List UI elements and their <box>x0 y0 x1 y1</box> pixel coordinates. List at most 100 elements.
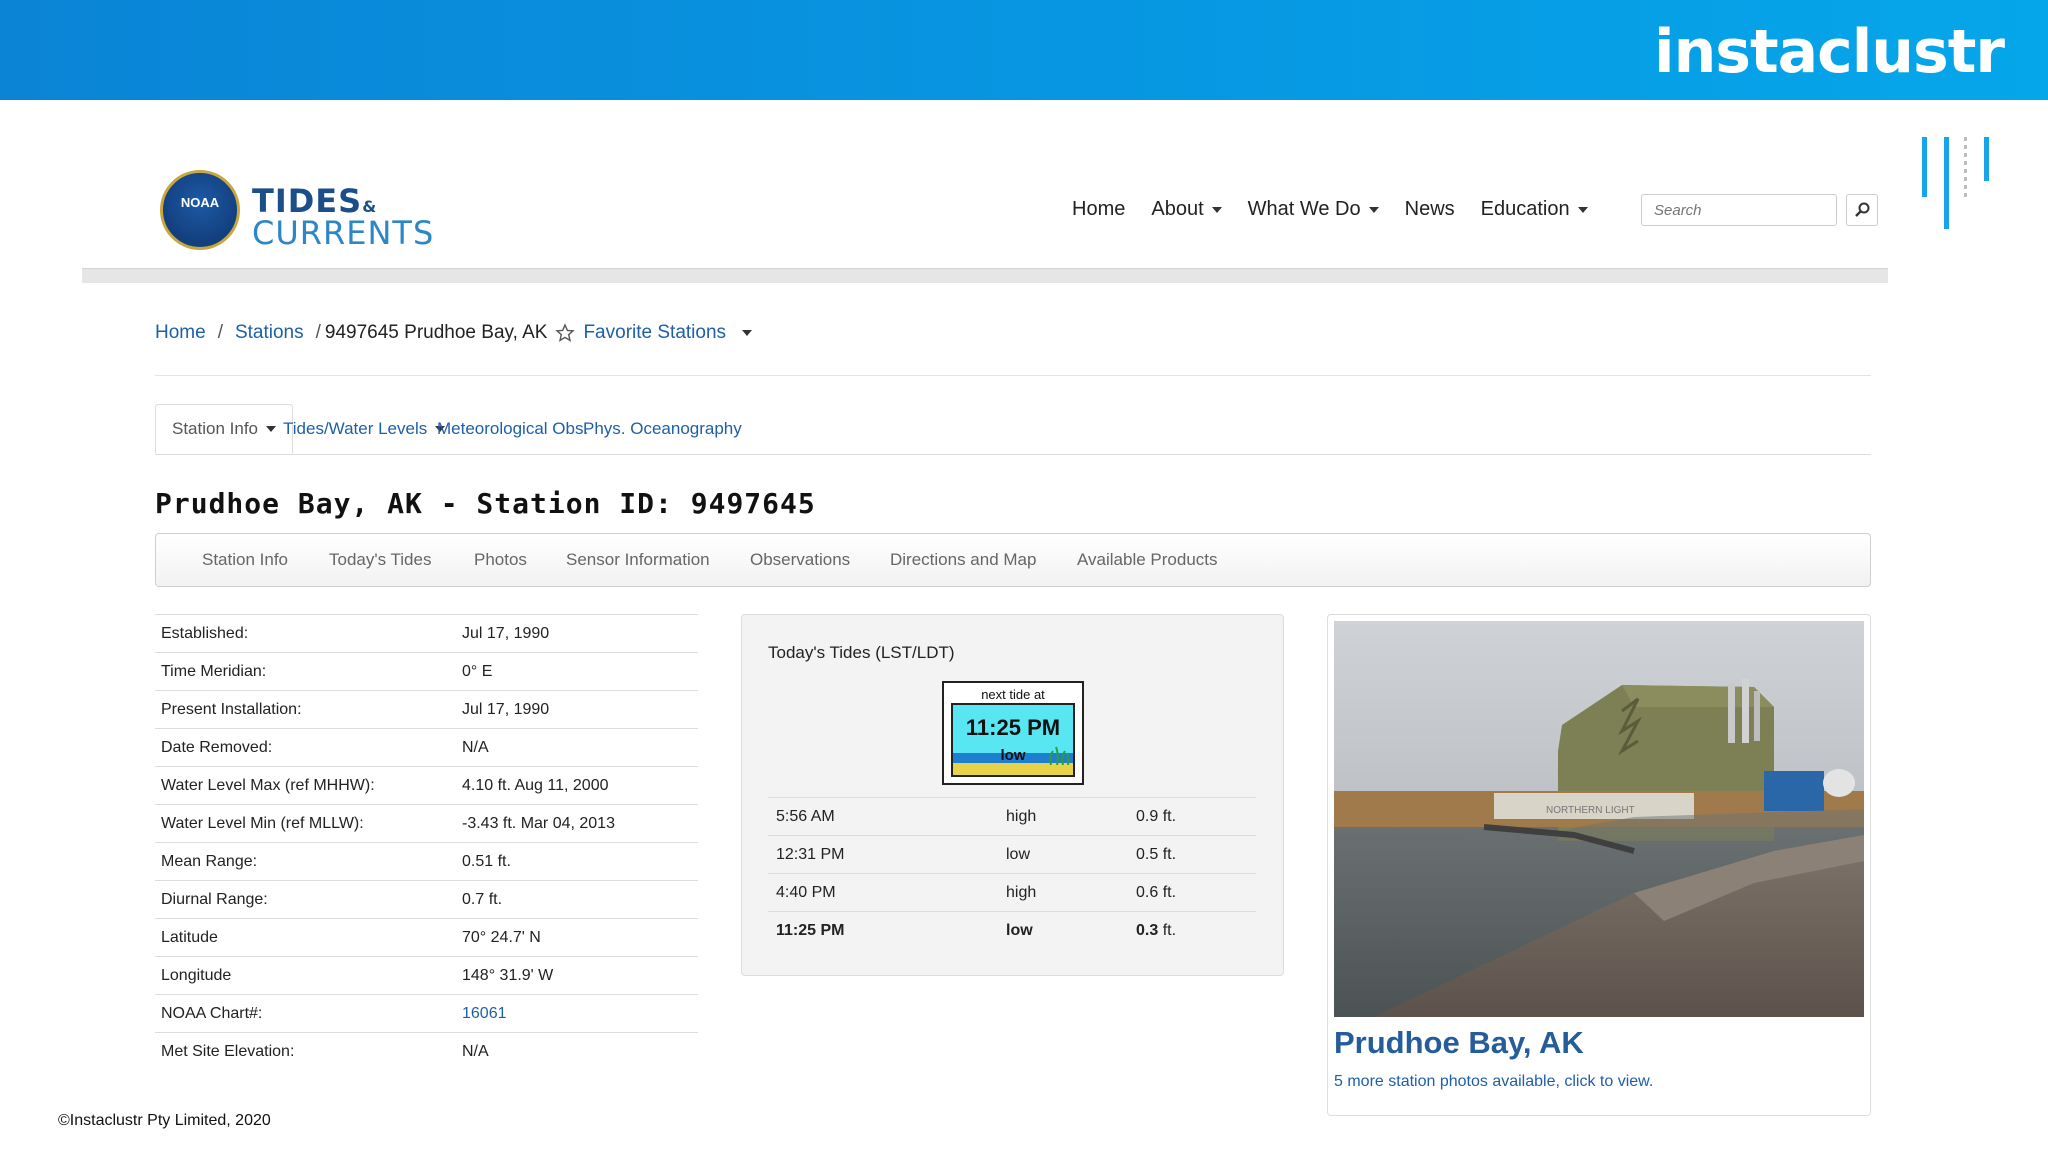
info-label: NOAA Chart#: <box>155 994 456 1033</box>
chevron-down-icon[interactable] <box>742 330 753 336</box>
tide-type: high <box>998 797 1128 836</box>
noaa-seal-icon: NOAA <box>160 170 240 250</box>
tide-type: high <box>998 873 1128 912</box>
info-label: Water Level Min (ref MLLW): <box>155 804 456 843</box>
search-input[interactable] <box>1641 194 1837 226</box>
chevron-down-icon <box>266 426 277 432</box>
table-row: Mean Range: 0.51 ft. <box>155 842 698 881</box>
site-header: NOAA TIDES& CURRENTS Home About What We Do… <box>82 150 1888 270</box>
info-label: Met Site Elevation: <box>155 1032 456 1070</box>
table-row: Established: Jul 17, 1990 <box>155 614 698 653</box>
info-value: -3.43 ft. Mar 04, 2013 <box>456 804 698 843</box>
search-icon <box>1855 202 1870 217</box>
table-row: 4:40 PM high 0.6 ft. <box>768 873 1256 912</box>
chevron-down-icon <box>1577 206 1588 213</box>
subnav-observations[interactable]: Observations <box>750 534 850 586</box>
logo-line2: CURRENTS <box>252 214 435 252</box>
favorite-stations-dropdown[interactable]: Favorite Stations <box>583 322 726 344</box>
info-value: N/A <box>456 728 698 767</box>
info-value: Jul 17, 1990 <box>456 614 698 653</box>
nav-item-education[interactable]: Education <box>1481 198 1588 221</box>
copyright: ©Instaclustr Pty Limited, 2020 <box>58 1112 271 1129</box>
info-value: Jul 17, 1990 <box>456 690 698 729</box>
tide-time: 5:56 AM <box>768 797 998 836</box>
info-value: 0.51 ft. <box>456 842 698 881</box>
more-photos-link[interactable]: 5 more station photos available, click t… <box>1334 1073 1653 1091</box>
breadcrumb-stations[interactable]: Stations <box>235 322 304 344</box>
info-label: Diurnal Range: <box>155 880 456 919</box>
photo-building-sign: NORTHERN LIGHT <box>1546 805 1635 816</box>
table-row: Water Level Min (ref MLLW): -3.43 ft. Mar… <box>155 804 698 843</box>
next-tide-label: next tide at <box>981 687 1045 702</box>
tab-phys-oceanography[interactable]: Phys. Oceanography <box>577 404 742 454</box>
table-row: 5:56 AM high 0.9 ft. <box>768 797 1256 836</box>
table-row: Longitude 148° 31.9' W <box>155 956 698 995</box>
subnav-available-products[interactable]: Available Products <box>1077 534 1218 586</box>
table-row: Date Removed: N/A <box>155 728 698 767</box>
info-value: 148° 31.9' W <box>456 956 698 995</box>
photo-title[interactable]: Prudhoe Bay, AK <box>1334 1025 1584 1061</box>
tab-meteorological-obs[interactable]: Meteorological Obs. <box>431 404 588 454</box>
tide-height: 0.6 ft. <box>1128 873 1256 912</box>
header-divider <box>82 268 1888 283</box>
tide-time: 11:25 PM <box>768 911 998 949</box>
subnav-photos[interactable]: Photos <box>474 534 527 586</box>
tide-time: 4:40 PM <box>768 873 998 912</box>
presentation-banner: instaclustr <box>0 0 2048 100</box>
subnav-station-info[interactable]: Station Info <box>202 534 288 586</box>
station-photo[interactable]: NORTHERN LIGHT <box>1334 621 1864 1017</box>
todays-tides-heading: Today's Tides (LST/LDT) <box>768 643 955 662</box>
tides-currents-logo[interactable]: NOAA TIDES& CURRENTS <box>160 170 470 260</box>
nav-item-what-we-do[interactable]: What We Do <box>1248 198 1379 221</box>
todays-tides-panel: Today's Tides (LST/LDT) next tide at 11:… <box>741 614 1284 976</box>
instaclustr-logo: instaclustr <box>1654 17 2005 87</box>
info-label: Present Installation: <box>155 690 456 729</box>
tide-predictions-table: 5:56 AM high 0.9 ft. 12:31 PM low 0.5 ft. 4:40… <box>768 797 1256 949</box>
chevron-down-icon <box>1368 206 1379 213</box>
table-row: NOAA Chart#: 16061 <box>155 994 698 1033</box>
breadcrumb-home[interactable]: Home <box>155 322 206 344</box>
nav-item-news[interactable]: News <box>1405 198 1455 221</box>
breadcrumb-current: 9497645 Prudhoe Bay, AK <box>324 322 548 343</box>
info-value: 70° 24.7' N <box>456 918 698 957</box>
info-value: N/A <box>456 1032 698 1070</box>
tide-height: 0.5 ft. <box>1128 835 1256 874</box>
breadcrumb: Home / Stations / 9497645 Prudhoe Bay, A… <box>155 322 753 344</box>
station-subnav: Station Info Today's Tides Photos Sensor In… <box>155 533 1871 587</box>
subnav-directions-and-map[interactable]: Directions and Map <box>890 534 1036 586</box>
info-label: Latitude <box>155 918 456 957</box>
info-value: 0.7 ft. <box>456 880 698 919</box>
next-tide-widget: next tide at 11:25 PM low <box>942 681 1084 785</box>
subnav-sensor-information[interactable]: Sensor Information <box>566 534 710 586</box>
station-photo-panel: NORTHERN LIGHT Prudhoe Bay, AK 5 more st… <box>1327 614 1871 1116</box>
tab-station-info[interactable]: Station Info <box>155 404 294 454</box>
subnav-today-s-tides[interactable]: Today's Tides <box>329 534 431 586</box>
table-row: 12:31 PM low 0.5 ft. <box>768 835 1256 874</box>
search-button[interactable] <box>1846 194 1878 226</box>
tide-type: low <box>998 835 1128 874</box>
tide-time: 12:31 PM <box>768 835 998 874</box>
info-value: 4.10 ft. Aug 11, 2000 <box>456 766 698 805</box>
info-label: Established: <box>155 614 456 653</box>
table-row: 11:25 PM low 0.3 ft. <box>768 911 1256 949</box>
nav-item-home[interactable]: Home <box>1072 198 1125 221</box>
info-label: Water Level Max (ref MHHW): <box>155 766 456 805</box>
info-label: Time Meridian: <box>155 652 456 691</box>
tab-tides-water-levels[interactable]: Tides/Water Levels <box>277 404 446 454</box>
station-tabs: Station Info Tides/Water Levels Meteorolog… <box>155 404 1871 455</box>
main-nav: Home About What We Do News Education <box>1072 198 1614 221</box>
info-label: Longitude <box>155 956 456 995</box>
table-row: Water Level Max (ref MHHW): 4.10 ft. Aug … <box>155 766 698 805</box>
tide-type: low <box>998 911 1128 949</box>
info-value: 0° E <box>456 652 698 691</box>
chart-link[interactable]: 16061 <box>456 994 698 1033</box>
chevron-down-icon <box>1211 206 1222 213</box>
seaweed-icon <box>1049 746 1070 765</box>
nav-item-about[interactable]: About <box>1151 198 1222 221</box>
decorative-lines <box>1920 137 1990 237</box>
star-icon[interactable] <box>555 323 576 343</box>
table-row: Present Installation: Jul 17, 1990 <box>155 690 698 729</box>
tide-height: 0.9 ft. <box>1128 797 1256 836</box>
divider <box>155 375 1871 376</box>
table-row: Latitude 70° 24.7' N <box>155 918 698 957</box>
